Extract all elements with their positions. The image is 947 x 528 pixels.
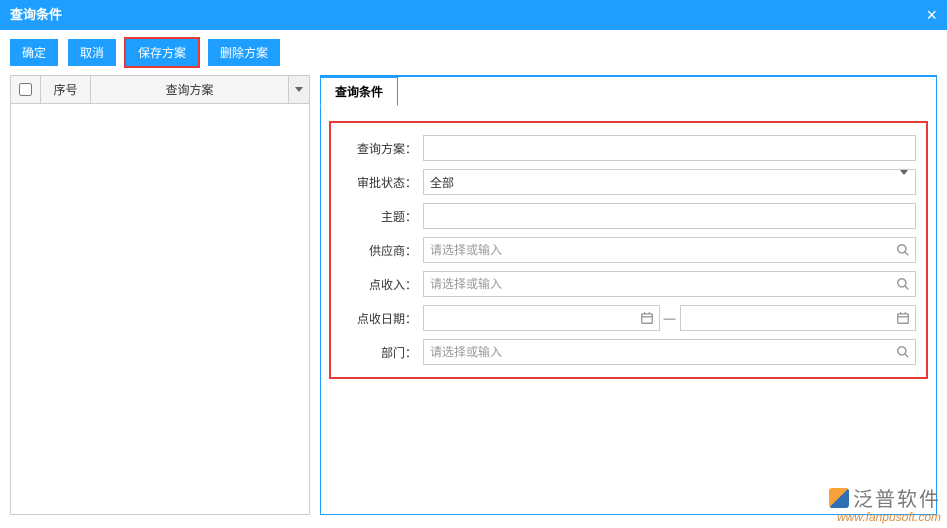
- delete-plan-button[interactable]: 删除方案: [208, 39, 280, 66]
- grid-header-checkbox: [11, 76, 41, 103]
- status-select[interactable]: [423, 169, 916, 195]
- form-panel: 查询条件 查询方案： 审批状态：: [320, 75, 937, 515]
- subject-input[interactable]: [423, 203, 916, 229]
- dialog-header: 查询条件 ×: [0, 0, 947, 30]
- income-input[interactable]: [423, 271, 916, 297]
- tab-query-conditions[interactable]: 查询条件: [320, 76, 398, 106]
- subject-label: 主题：: [341, 208, 423, 225]
- grid-header-seq: 序号: [41, 76, 91, 103]
- ok-button[interactable]: 确定: [10, 39, 58, 66]
- supplier-input[interactable]: [423, 237, 916, 263]
- grid-header: 序号 查询方案: [11, 76, 309, 104]
- plan-grid: 序号 查询方案: [10, 75, 310, 515]
- date-to-input[interactable]: [680, 305, 917, 331]
- form-inner: 查询方案： 审批状态： 主题：: [321, 107, 936, 393]
- chevron-down-icon: [295, 87, 303, 92]
- form-box: 查询方案： 审批状态： 主题：: [329, 121, 928, 379]
- save-plan-button[interactable]: 保存方案: [126, 39, 198, 66]
- toolbar: 确定 取消 保存方案 删除方案: [0, 30, 947, 75]
- plan-input[interactable]: [423, 135, 916, 161]
- range-separator: —: [664, 311, 676, 325]
- dialog-title: 查询条件: [10, 0, 62, 30]
- dept-label: 部门：: [341, 344, 423, 361]
- date-label: 点收日期：: [341, 310, 423, 327]
- close-icon[interactable]: ×: [926, 0, 937, 30]
- grid-header-dropdown[interactable]: [289, 76, 309, 103]
- cancel-button[interactable]: 取消: [68, 39, 116, 66]
- date-from-input[interactable]: [423, 305, 660, 331]
- dept-input[interactable]: [423, 339, 916, 365]
- status-label: 审批状态：: [341, 174, 423, 191]
- select-all-checkbox[interactable]: [19, 83, 32, 96]
- income-label: 点收入：: [341, 276, 423, 293]
- plan-label: 查询方案：: [341, 140, 423, 157]
- supplier-label: 供应商：: [341, 242, 423, 259]
- content-area: 序号 查询方案 查询条件 查询方案： 审批状态：: [0, 75, 947, 525]
- grid-header-plan: 查询方案: [91, 76, 289, 103]
